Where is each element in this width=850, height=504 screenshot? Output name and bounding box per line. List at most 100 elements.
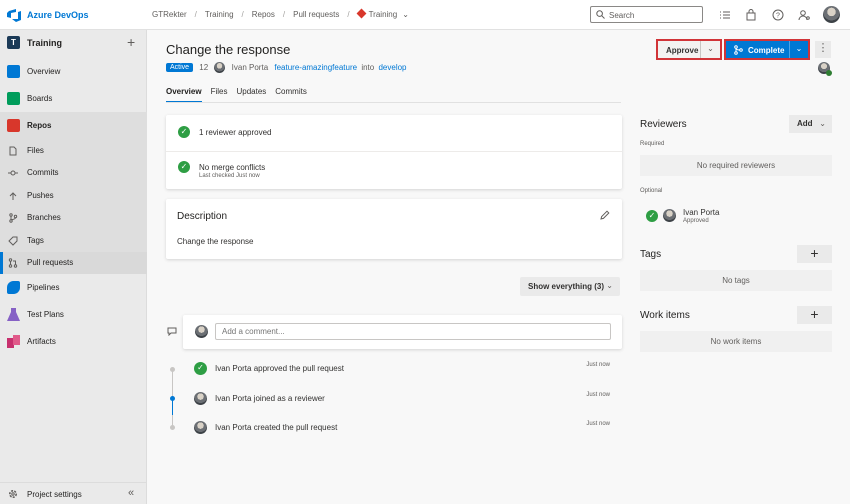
check-icon: ✓: [194, 362, 207, 375]
shopping-bag-icon[interactable]: [745, 9, 757, 21]
check-icon: ✓: [178, 161, 190, 173]
chevron-down-icon[interactable]: ⌄: [402, 10, 409, 19]
tab-overview[interactable]: Overview: [166, 87, 202, 103]
sidebar-item-label: Pushes: [27, 191, 54, 200]
merge-status-text: No merge conflicts: [199, 163, 266, 172]
breadcrumb-pull-requests[interactable]: Pull requests: [293, 10, 339, 19]
boards-icon: [7, 92, 20, 105]
more-options-icon[interactable]: ⋮: [815, 41, 831, 58]
activity-text: Ivan Porta created the pull request: [215, 423, 338, 432]
pr-tabs: Overview Files Updates Commits: [166, 87, 316, 103]
timeline-dot: [170, 396, 175, 401]
azure-devops-logo-icon[interactable]: [7, 9, 21, 22]
sidebar-item-pipelines[interactable]: Pipelines: [0, 277, 147, 299]
add-icon[interactable]: +: [127, 34, 135, 50]
check-icon: ✓: [178, 126, 190, 138]
gear-icon: [8, 489, 18, 499]
edit-icon[interactable]: [600, 210, 610, 220]
sidebar-item-branches[interactable]: Branches: [0, 207, 147, 229]
activity-time: Just now: [586, 421, 610, 427]
breadcrumb-repos[interactable]: Repos: [252, 10, 275, 19]
repo-icon: [356, 8, 367, 19]
list-icon[interactable]: [719, 9, 731, 21]
project-header[interactable]: T Training +: [0, 30, 147, 54]
files-icon: [9, 146, 17, 156]
search-box[interactable]: Search: [590, 6, 703, 23]
complete-button[interactable]: Complete ⌄: [724, 39, 810, 60]
approve-label: Approve: [666, 46, 699, 55]
description-title: Description: [177, 211, 228, 222]
divider: [166, 151, 622, 152]
chevron-down-icon[interactable]: ⌄: [700, 41, 720, 58]
merge-status-sub: Last checked Just now: [199, 173, 260, 179]
project-settings[interactable]: Project settings «: [0, 482, 147, 504]
sidebar-item-label: Branches: [27, 213, 61, 222]
chevron-down-icon: ⌄: [819, 119, 826, 128]
sidebar-item-overview[interactable]: Overview: [0, 61, 147, 83]
breadcrumb-project[interactable]: Training: [205, 10, 234, 19]
breadcrumb-repo[interactable]: Training: [369, 10, 398, 19]
sidebar-item-boards[interactable]: Boards: [0, 88, 147, 110]
reviewer-item[interactable]: ✓ Ivan Porta Approved: [646, 206, 826, 226]
breadcrumb-org[interactable]: GTRekter: [152, 10, 187, 19]
tags-icon: [8, 236, 18, 246]
work-items-empty: No work items: [640, 331, 832, 352]
sidebar-item-label: Repos: [27, 121, 52, 130]
pushes-icon: [9, 192, 17, 200]
approve-button[interactable]: Approve ⌄: [656, 39, 722, 60]
sidebar-item-label: Tags: [27, 236, 44, 245]
sidebar-item-repos[interactable]: Repos: [0, 115, 147, 137]
activity-time: Just now: [586, 392, 610, 398]
add-work-item-button[interactable]: +: [797, 306, 832, 324]
status-badge: Active: [166, 63, 194, 72]
pr-author[interactable]: Ivan Porta: [232, 63, 268, 72]
tab-commits[interactable]: Commits: [275, 87, 307, 101]
tabs-divider: [166, 102, 621, 103]
sidebar-item-pushes[interactable]: Pushes: [0, 185, 147, 207]
sidebar-item-label: Artifacts: [27, 337, 56, 346]
target-branch-link[interactable]: develop: [378, 63, 406, 72]
brand-name[interactable]: Azure DevOps: [27, 10, 89, 20]
user-avatar[interactable]: [823, 6, 840, 23]
sidebar-item-files[interactable]: Files: [0, 140, 147, 162]
activity-filter-button[interactable]: Show everything (3) ⌄: [520, 277, 620, 296]
reviewers-title: Reviewers: [640, 119, 687, 130]
comment-icon: [167, 327, 177, 336]
add-tag-button[interactable]: +: [797, 245, 832, 263]
sidebar: T Training + Overview Boards Repos Files…: [0, 30, 147, 504]
pipelines-icon: [7, 281, 20, 294]
sidebar-item-commits[interactable]: Commits: [0, 162, 147, 184]
reviewer-name: Ivan Porta: [683, 208, 720, 217]
user-settings-icon[interactable]: [798, 9, 810, 21]
complete-label: Complete: [748, 46, 785, 55]
activity-text: Ivan Porta joined as a reviewer: [215, 394, 325, 403]
sidebar-item-tags[interactable]: Tags: [0, 230, 147, 252]
add-reviewer-button[interactable]: Add ⌄: [789, 115, 832, 133]
sidebar-item-label: Pipelines: [27, 283, 60, 292]
branches-icon: [9, 213, 18, 223]
sidebar-item-test-plans[interactable]: Test Plans: [0, 304, 147, 326]
help-icon[interactable]: ?: [772, 9, 784, 21]
chevron-down-icon[interactable]: ⌄: [789, 41, 808, 58]
source-branch-link[interactable]: feature-amazingfeature: [274, 63, 357, 72]
tab-files[interactable]: Files: [211, 87, 228, 101]
sidebar-item-label: Commits: [27, 168, 59, 177]
work-items-title: Work items: [640, 310, 690, 321]
pr-id: 12: [199, 63, 209, 72]
sidebar-item-pull-requests[interactable]: Pull requests: [0, 252, 147, 274]
comment-input[interactable]: [215, 323, 611, 340]
top-bar: Azure DevOps GTRekter / Training / Repos / Pul…: [0, 0, 850, 30]
into-label: into: [361, 63, 375, 72]
activity-avatar: [194, 392, 207, 405]
search-icon: [596, 10, 605, 19]
merge-icon: [734, 45, 743, 55]
comment-box: [183, 315, 622, 349]
required-label: Required: [640, 141, 665, 147]
repos-icon: [7, 119, 20, 132]
comment-avatar: [195, 325, 208, 338]
collapse-sidebar-icon[interactable]: «: [128, 487, 134, 499]
tab-updates[interactable]: Updates: [236, 87, 266, 101]
project-settings-label: Project settings: [27, 490, 82, 499]
sidebar-item-artifacts[interactable]: Artifacts: [0, 331, 147, 353]
activity-time: Just now: [586, 362, 610, 368]
